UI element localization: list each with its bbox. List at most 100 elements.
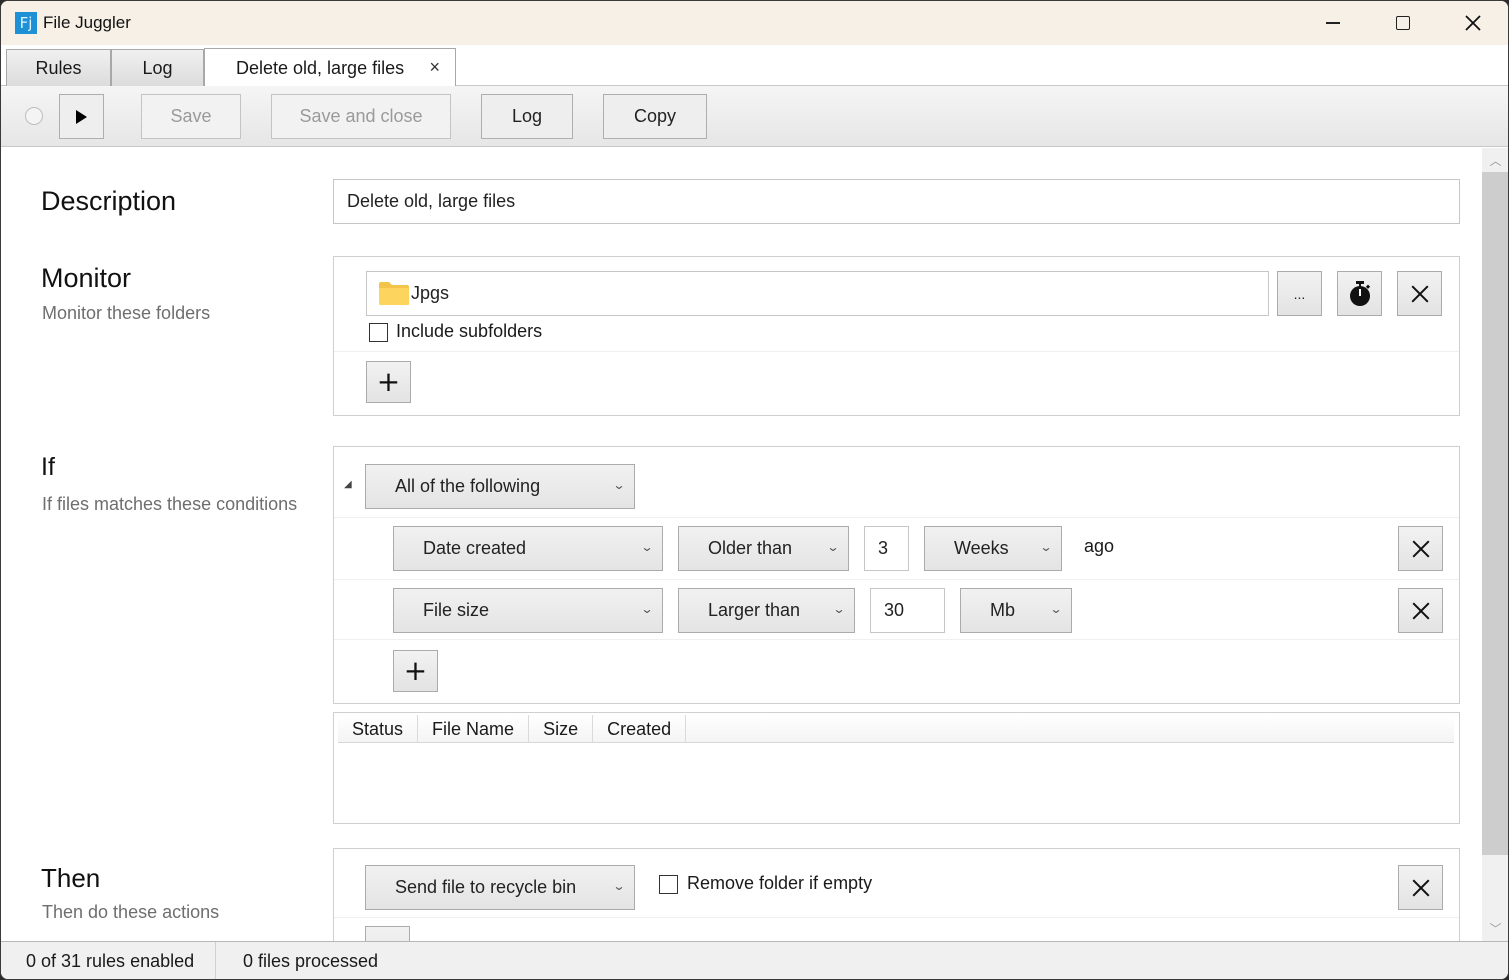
app-logo-icon: Fj: [15, 12, 37, 34]
column-header-file-name[interactable]: File Name: [418, 715, 530, 743]
remove-condition-button[interactable]: [1398, 588, 1443, 633]
group-mode-value: All of the following: [395, 476, 541, 496]
tab-rules[interactable]: Rules: [6, 49, 111, 86]
condition-value: 3: [878, 538, 889, 558]
tab-label: Delete old, large files: [236, 57, 405, 78]
divider: [334, 351, 1459, 352]
maximize-button[interactable]: [1368, 1, 1438, 45]
copy-button[interactable]: Copy: [603, 94, 707, 139]
add-action-button[interactable]: [365, 926, 410, 941]
schedule-button[interactable]: [1337, 271, 1382, 316]
scroll-up-icon[interactable]: ︿: [1482, 152, 1508, 169]
app-window: Fj File Juggler Rules Log Delete old, la…: [0, 0, 1509, 980]
chevron-down-icon: ⌄: [1049, 602, 1063, 616]
condition-operator-value: Larger than: [708, 600, 801, 620]
chevron-down-icon: ⌄: [832, 602, 846, 616]
close-tab-icon[interactable]: ×: [429, 57, 440, 78]
condition-property-value: Date created: [423, 538, 527, 558]
close-icon: [1412, 540, 1430, 558]
minimize-icon: [1326, 22, 1340, 24]
play-icon: [76, 109, 87, 124]
rules-enabled-status: 0 of 31 rules enabled: [26, 951, 195, 971]
include-subfolders-label: Include subfolders: [396, 321, 543, 341]
close-icon: [1465, 15, 1481, 31]
browse-folder-button[interactable]: ...: [1277, 271, 1322, 316]
folder-path-input[interactable]: Jpgs: [366, 271, 1269, 316]
status-bar: 0 of 31 rules enabled 0 files processed: [1, 941, 1508, 979]
monitor-panel: Jpgs ... Include subfolders +: [333, 256, 1460, 416]
column-header-status[interactable]: Status: [338, 715, 419, 743]
condition-property-dropdown[interactable]: Date created ⌄: [393, 526, 663, 571]
table-header: Status File Name Size Created: [338, 715, 1454, 743]
column-header-size[interactable]: Size: [529, 715, 594, 743]
rule-editor-content: Description Delete old, large files Moni…: [1, 148, 1482, 941]
add-folder-button[interactable]: +: [366, 361, 411, 403]
plus-icon: +: [403, 654, 428, 687]
condition-operator-dropdown[interactable]: Larger than ⌄: [678, 588, 855, 633]
condition-value: 30: [884, 600, 905, 620]
chevron-down-icon: ⌄: [612, 478, 626, 492]
condition-value-input[interactable]: 30: [870, 588, 945, 633]
collapse-toggle-icon[interactable]: ◢: [344, 479, 352, 490]
matching-files-table: Status File Name Size Created: [333, 712, 1460, 824]
remove-condition-button[interactable]: [1398, 526, 1443, 571]
condition-value-input[interactable]: 3: [864, 526, 909, 571]
actions-panel: Send file to recycle bin ⌄ Remove folder…: [333, 848, 1460, 941]
include-subfolders-checkbox[interactable]: [369, 323, 388, 342]
title-bar: Fj File Juggler: [1, 1, 1508, 45]
remove-folder-if-empty-label: Remove folder if empty: [687, 873, 873, 893]
condition-operator-value: Older than: [708, 538, 793, 558]
scrollbar-thumb[interactable]: [1482, 172, 1508, 855]
action-type-dropdown[interactable]: Send file to recycle bin ⌄: [365, 865, 635, 910]
chevron-down-icon: ⌄: [826, 540, 840, 554]
condition-unit-dropdown[interactable]: Weeks ⌄: [924, 526, 1062, 571]
maximize-icon: [1396, 16, 1410, 30]
column-header-created[interactable]: Created: [593, 715, 687, 743]
chevron-down-icon: ⌄: [640, 602, 654, 616]
save-and-close-button[interactable]: Save and close: [271, 94, 451, 139]
divider: [334, 639, 1459, 640]
files-processed-status: 0 files processed: [243, 951, 379, 971]
window-title: File Juggler: [43, 13, 131, 32]
condition-unit-dropdown[interactable]: Mb ⌄: [960, 588, 1072, 633]
remove-action-button[interactable]: [1398, 865, 1443, 910]
divider: [334, 517, 1459, 518]
plus-icon: +: [376, 365, 401, 398]
folder-icon: [379, 282, 409, 305]
condition-unit-value: Mb: [990, 600, 1016, 620]
minimize-button[interactable]: [1298, 1, 1368, 45]
close-icon: [1412, 879, 1430, 897]
then-subtitle: Then do these actions: [42, 902, 220, 922]
condition-property-dropdown[interactable]: File size ⌄: [393, 588, 663, 633]
action-type-value: Send file to recycle bin: [395, 877, 577, 897]
remove-folder-button[interactable]: [1397, 271, 1442, 316]
tab-rule-editor[interactable]: Delete old, large files ×: [204, 48, 456, 87]
status-separator: [215, 942, 216, 979]
if-subtitle: If files matches these conditions: [42, 494, 298, 514]
description-heading: Description: [41, 186, 177, 216]
rule-enabled-toggle[interactable]: [25, 107, 43, 125]
vertical-scrollbar[interactable]: ︿ ﹀: [1482, 148, 1508, 941]
divider: [334, 579, 1459, 580]
description-input[interactable]: Delete old, large files: [333, 179, 1460, 224]
condition-operator-dropdown[interactable]: Older than ⌄: [678, 526, 849, 571]
log-button[interactable]: Log: [481, 94, 573, 139]
description-value: Delete old, large files: [347, 191, 516, 211]
toolbar: Save Save and close Log Copy: [1, 86, 1508, 147]
close-window-button[interactable]: [1438, 1, 1508, 45]
run-rule-button[interactable]: [59, 94, 104, 139]
condition-group-mode-dropdown[interactable]: All of the following ⌄: [365, 464, 635, 509]
divider: [334, 917, 1459, 918]
add-condition-button[interactable]: +: [393, 650, 438, 692]
scroll-down-icon[interactable]: ﹀: [1482, 920, 1508, 937]
monitor-subtitle: Monitor these folders: [42, 303, 211, 323]
tab-strip: Rules Log Delete old, large files ×: [1, 45, 1508, 123]
monitor-heading: Monitor: [41, 263, 132, 293]
then-heading: Then: [41, 863, 101, 893]
remove-folder-if-empty-checkbox[interactable]: [659, 875, 678, 894]
save-button[interactable]: Save: [141, 94, 241, 139]
conditions-panel: ◢ All of the following ⌄ Date created ⌄ …: [333, 446, 1460, 704]
condition-suffix-label: ago: [1084, 536, 1115, 556]
close-icon: [1412, 602, 1430, 620]
tab-log[interactable]: Log: [111, 49, 204, 86]
